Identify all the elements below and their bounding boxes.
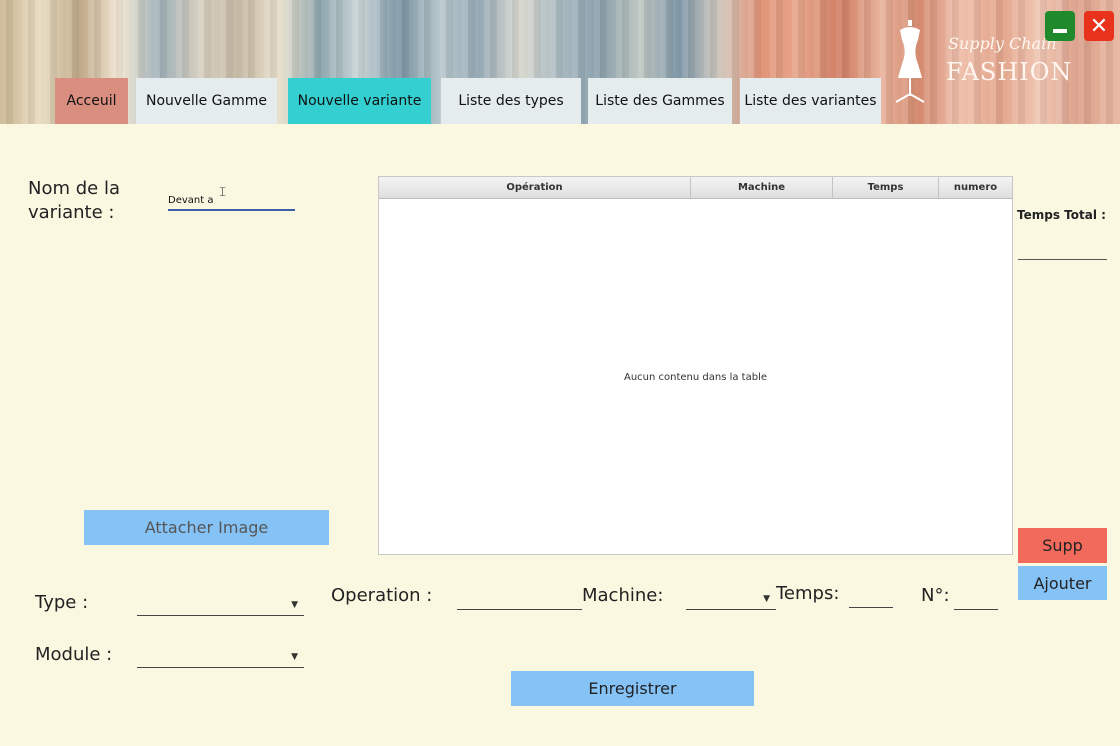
close-icon[interactable]: ✕ [1084, 11, 1114, 41]
numero-input[interactable] [954, 588, 998, 610]
temps-label: Temps: [776, 583, 840, 604]
tab-liste-variantes[interactable]: Liste des variantes [740, 78, 881, 124]
add-button[interactable]: Ajouter [1018, 566, 1107, 600]
attach-image-button[interactable]: Attacher Image [84, 510, 329, 545]
variant-name-input[interactable] [168, 186, 295, 211]
save-button[interactable]: Enregistrer [511, 671, 754, 706]
chevron-down-icon: ▼ [763, 594, 770, 604]
type-select[interactable]: ▼ [137, 594, 304, 616]
dress-form-icon [895, 20, 925, 103]
column-header-numero[interactable]: numero [939, 177, 1012, 198]
delete-button[interactable]: Supp [1018, 528, 1107, 563]
machine-select[interactable]: ▼ [686, 588, 776, 610]
text-cursor-icon: 𝙸 [218, 185, 228, 200]
logo-script-text: Supply Chain [948, 34, 1057, 53]
operation-label: Operation : [331, 585, 433, 606]
module-select[interactable]: ▼ [137, 646, 304, 668]
column-header-operation[interactable]: Opération [379, 177, 691, 198]
tab-nouvelle-gamme[interactable]: Nouvelle Gamme [136, 78, 277, 124]
name-label-line1: Nom de la [28, 178, 120, 199]
module-label: Module : [35, 644, 113, 665]
tab-liste-types[interactable]: Liste des types [441, 78, 581, 124]
chevron-down-icon: ▼ [291, 600, 298, 610]
tab-acceuil[interactable]: Acceuil [55, 78, 128, 124]
column-header-machine[interactable]: Machine [691, 177, 833, 198]
machine-label: Machine: [582, 585, 664, 606]
logo-word-text: FASHION [946, 58, 1073, 86]
table-header: Opération Machine Temps numero [379, 177, 1012, 199]
operations-table[interactable]: Opération Machine Temps numero Aucun con… [378, 176, 1013, 555]
numero-label: N°: [921, 585, 950, 606]
type-label: Type : [35, 592, 89, 613]
temps-total-label: Temps Total : [1017, 208, 1106, 222]
tab-nouvelle-variante[interactable]: Nouvelle variante [288, 78, 431, 124]
chevron-down-icon: ▼ [291, 652, 298, 662]
app-logo: Supply Chain FASHION [880, 18, 1073, 106]
operation-input[interactable] [457, 588, 582, 610]
temps-input[interactable] [849, 586, 893, 608]
temps-total-value [1018, 259, 1107, 260]
table-empty-message: Aucun contenu dans la table [623, 372, 768, 383]
name-label-line2: variante : [28, 202, 115, 223]
tab-liste-gammes[interactable]: Liste des Gammes [588, 78, 732, 124]
minimize-icon[interactable] [1045, 11, 1075, 41]
column-header-temps[interactable]: Temps [833, 177, 939, 198]
